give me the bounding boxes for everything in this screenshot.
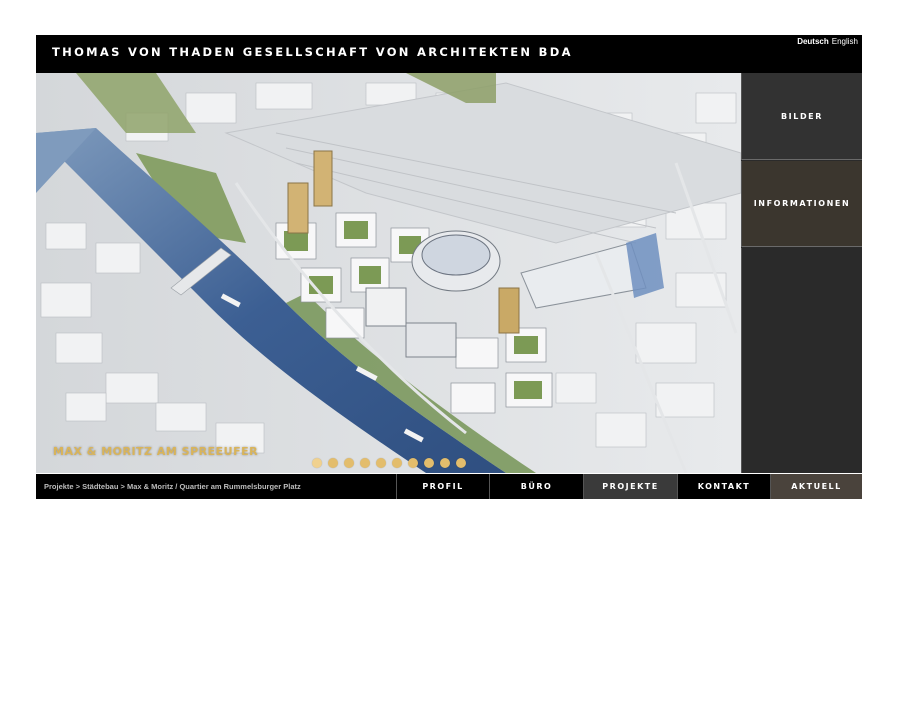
lang-english-link[interactable]: English <box>832 37 858 46</box>
nav-kontakt[interactable]: KONTAKT <box>677 474 770 499</box>
slide-dot[interactable] <box>328 458 338 468</box>
slide-dot[interactable] <box>392 458 402 468</box>
aerial-city-rendering <box>36 73 741 473</box>
informationen-button[interactable]: INFORMATIONEN <box>741 161 862 247</box>
nav-profil[interactable]: PROFIL <box>396 474 489 499</box>
slide-indicator <box>312 458 466 468</box>
slide-dot[interactable] <box>360 458 370 468</box>
side-panel: BILDER INFORMATIONEN <box>741 73 862 473</box>
slide-dot[interactable] <box>408 458 418 468</box>
slide-dot[interactable] <box>424 458 434 468</box>
nav-projekte[interactable]: PROJEKTE <box>583 474 677 499</box>
side-panel-empty <box>741 248 862 473</box>
lang-deutsch-link[interactable]: Deutsch <box>797 37 829 46</box>
slide-dot[interactable] <box>344 458 354 468</box>
slide-dot[interactable] <box>312 458 322 468</box>
bilder-button[interactable]: BILDER <box>741 73 862 160</box>
breadcrumb[interactable]: Projekte > Städtebau > Max & Moritz / Qu… <box>44 482 301 491</box>
language-switcher: Deutsch English <box>797 37 858 46</box>
nav-buero[interactable]: BÜRO <box>489 474 583 499</box>
slide-dot[interactable] <box>440 458 450 468</box>
slide-dot[interactable] <box>376 458 386 468</box>
project-image[interactable]: MAX & MORITZ AM SPREEUFER <box>36 73 741 473</box>
site-title[interactable]: THOMAS VON THADEN GESELLSCHAFT VON ARCHI… <box>52 45 573 59</box>
site-header: THOMAS VON THADEN GESELLSCHAFT VON ARCHI… <box>36 35 862 73</box>
project-title-overlay: MAX & MORITZ AM SPREEUFER <box>53 445 259 458</box>
slide-dot[interactable] <box>456 458 466 468</box>
footer-nav: Projekte > Städtebau > Max & Moritz / Qu… <box>36 474 862 499</box>
nav-aktuell[interactable]: AKTUELL <box>770 474 862 499</box>
